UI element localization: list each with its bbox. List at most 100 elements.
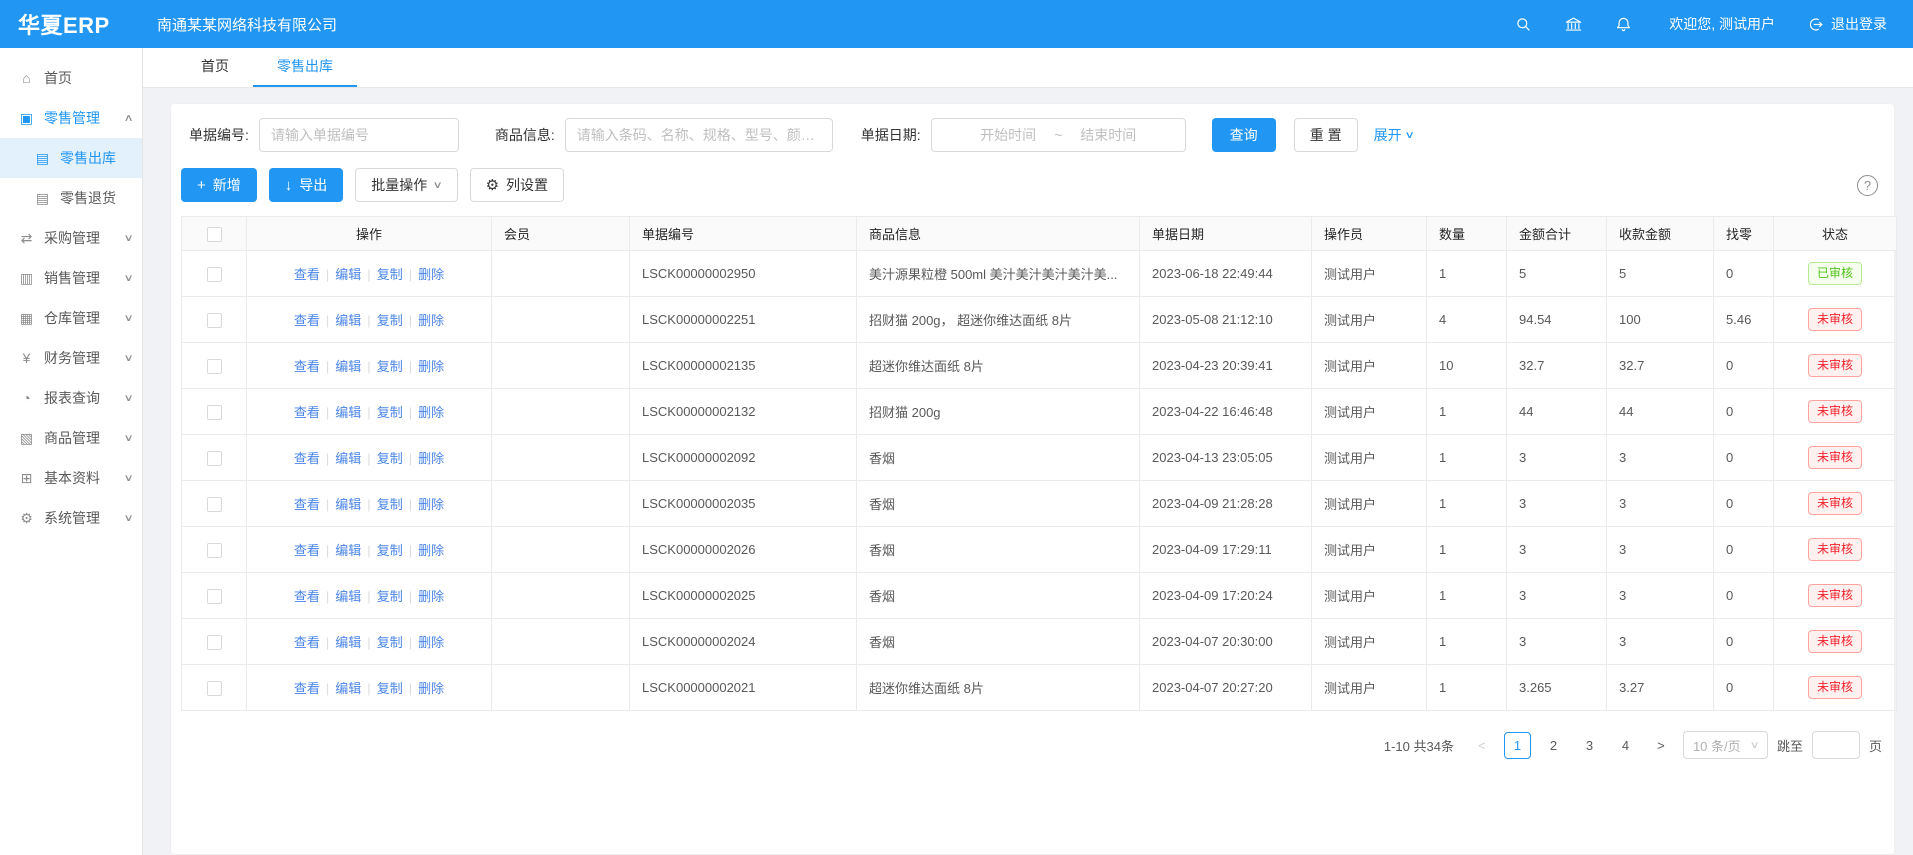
row-checkbox[interactable]: [207, 497, 222, 512]
action-view[interactable]: 查看: [294, 405, 320, 420]
export-button[interactable]: ↓ 导出: [269, 168, 344, 202]
chevron-down-icon: ∨: [123, 513, 133, 524]
bell-icon[interactable]: [1613, 14, 1633, 34]
action-copy[interactable]: 复制: [377, 681, 403, 696]
prev-page-button[interactable]: <: [1469, 732, 1495, 758]
row-checkbox[interactable]: [207, 589, 222, 604]
page-size-select[interactable]: 10 条/页 ∨: [1683, 731, 1768, 759]
action-delete[interactable]: 删除: [418, 589, 444, 604]
cell-actions: 查看|编辑|复制|删除: [247, 251, 492, 297]
select-all-checkbox[interactable]: [207, 227, 222, 242]
action-view[interactable]: 查看: [294, 451, 320, 466]
action-delete[interactable]: 删除: [418, 635, 444, 650]
cell-quantity: 1: [1427, 481, 1507, 527]
search-icon[interactable]: [1513, 14, 1533, 34]
action-delete[interactable]: 删除: [418, 405, 444, 420]
cell-member: [492, 251, 630, 297]
action-delete[interactable]: 删除: [418, 359, 444, 374]
date-range-picker[interactable]: 开始时间 ~ 结束时间: [931, 118, 1186, 152]
tab-retail-outbound[interactable]: 零售出库: [253, 48, 357, 87]
product-info-input[interactable]: [565, 118, 833, 152]
app-logo[interactable]: 华夏ERP: [0, 8, 143, 40]
sidebar-item-home[interactable]: ⌂首页: [0, 58, 142, 98]
sidebar-item-retail-mgmt[interactable]: ▣零售管理∧: [0, 98, 142, 138]
sidebar-item-retail-outbound[interactable]: ▤零售出库: [0, 138, 142, 178]
action-edit[interactable]: 编辑: [335, 497, 361, 512]
logout-button[interactable]: 退出登录: [1805, 14, 1887, 34]
action-edit[interactable]: 编辑: [335, 267, 361, 282]
row-checkbox[interactable]: [207, 451, 222, 466]
row-checkbox[interactable]: [207, 313, 222, 328]
row-checkbox[interactable]: [207, 635, 222, 650]
page-button-3[interactable]: 3: [1576, 732, 1603, 759]
action-delete[interactable]: 删除: [418, 313, 444, 328]
reset-button[interactable]: 重 置: [1294, 118, 1358, 152]
help-icon[interactable]: ?: [1857, 175, 1878, 196]
sidebar-item-retail-return[interactable]: ▤零售退货: [0, 178, 142, 218]
batch-actions-button[interactable]: 批量操作 ∨: [355, 168, 457, 202]
action-edit[interactable]: 编辑: [335, 451, 361, 466]
action-delete[interactable]: 删除: [418, 543, 444, 558]
sidebar-item-report-query[interactable]: ◔报表查询∨: [0, 378, 142, 418]
action-view[interactable]: 查看: [294, 635, 320, 650]
action-delete[interactable]: 删除: [418, 451, 444, 466]
jump-to-page-input[interactable]: [1812, 731, 1860, 759]
sidebar-item-goods-mgmt[interactable]: ▧商品管理∨: [0, 418, 142, 458]
action-delete[interactable]: 删除: [418, 681, 444, 696]
add-button[interactable]: + 新增: [181, 168, 257, 202]
action-view[interactable]: 查看: [294, 589, 320, 604]
action-edit[interactable]: 编辑: [335, 359, 361, 374]
action-edit[interactable]: 编辑: [335, 405, 361, 420]
row-checkbox[interactable]: [207, 681, 222, 696]
action-view[interactable]: 查看: [294, 359, 320, 374]
action-delete[interactable]: 删除: [418, 267, 444, 282]
platform-icon[interactable]: [1563, 14, 1583, 34]
action-view[interactable]: 查看: [294, 543, 320, 558]
action-copy[interactable]: 复制: [377, 267, 403, 282]
action-edit[interactable]: 编辑: [335, 543, 361, 558]
sidebar-item-sales-mgmt[interactable]: ▥销售管理∨: [0, 258, 142, 298]
cell-actions: 查看|编辑|复制|删除: [247, 573, 492, 619]
action-copy[interactable]: 复制: [377, 497, 403, 512]
action-copy[interactable]: 复制: [377, 359, 403, 374]
action-edit[interactable]: 编辑: [335, 589, 361, 604]
action-edit[interactable]: 编辑: [335, 635, 361, 650]
column-header-status: 状态: [1774, 217, 1897, 251]
row-checkbox[interactable]: [207, 405, 222, 420]
sidebar-item-basic-data[interactable]: ⊞基本资料∨: [0, 458, 142, 498]
expand-link[interactable]: 展开 ∨: [1374, 125, 1413, 145]
sidebar-item-system-mgmt[interactable]: ⚙系统管理∨: [0, 498, 142, 538]
action-copy[interactable]: 复制: [377, 635, 403, 650]
sidebar-item-purchase-mgmt[interactable]: ⇄采购管理∨: [0, 218, 142, 258]
action-copy[interactable]: 复制: [377, 589, 403, 604]
cell-actions: 查看|编辑|复制|删除: [247, 389, 492, 435]
action-copy[interactable]: 复制: [377, 405, 403, 420]
page-button-4[interactable]: 4: [1612, 732, 1639, 759]
page-button-2[interactable]: 2: [1540, 732, 1567, 759]
action-edit[interactable]: 编辑: [335, 313, 361, 328]
action-view[interactable]: 查看: [294, 267, 320, 282]
action-delete[interactable]: 删除: [418, 497, 444, 512]
action-view[interactable]: 查看: [294, 313, 320, 328]
row-checkbox[interactable]: [207, 543, 222, 558]
action-copy[interactable]: 复制: [377, 451, 403, 466]
tab-home[interactable]: 首页: [177, 48, 253, 87]
table-row: 查看|编辑|复制|删除LSCK00000002950美汁源果粒橙 500ml 美…: [182, 251, 1897, 297]
sidebar-item-finance-mgmt[interactable]: ¥财务管理∨: [0, 338, 142, 378]
cell-total-amount: 44: [1507, 389, 1607, 435]
row-checkbox[interactable]: [207, 267, 222, 282]
action-copy[interactable]: 复制: [377, 313, 403, 328]
action-view[interactable]: 查看: [294, 497, 320, 512]
page-button-1[interactable]: 1: [1504, 732, 1531, 759]
search-button[interactable]: 查询: [1212, 118, 1276, 152]
row-checkbox[interactable]: [207, 359, 222, 374]
action-separator: |: [326, 681, 329, 696]
column-settings-button[interactable]: ⚙ 列设置: [470, 168, 564, 202]
action-edit[interactable]: 编辑: [335, 681, 361, 696]
action-copy[interactable]: 复制: [377, 543, 403, 558]
sidebar-item-warehouse-mgmt[interactable]: ▦仓库管理∨: [0, 298, 142, 338]
action-view[interactable]: 查看: [294, 681, 320, 696]
cell-status: 未审核: [1774, 343, 1897, 389]
next-page-button[interactable]: >: [1648, 732, 1674, 758]
bill-no-input[interactable]: [259, 118, 459, 152]
